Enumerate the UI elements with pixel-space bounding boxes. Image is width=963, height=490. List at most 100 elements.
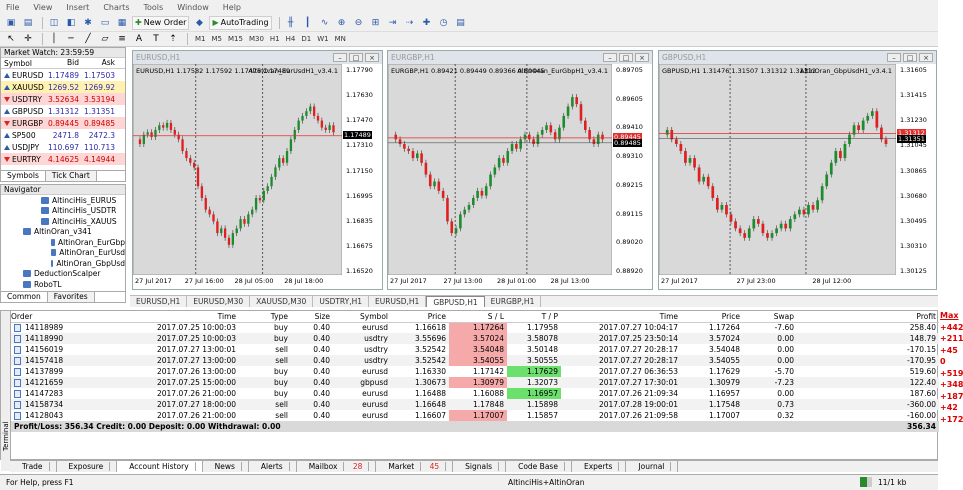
- close-icon[interactable]: ×: [919, 53, 933, 62]
- market-watch-row[interactable]: EURTRY 4.14625 4.14944: [1, 153, 125, 165]
- fibonacci-icon[interactable]: ≡: [115, 32, 129, 46]
- column-header[interactable]: T / P: [507, 311, 561, 323]
- table-row[interactable]: 14156019 2017.07.27 13:00:01 sell 0.40 usdtr…: [11, 344, 939, 355]
- menu-insert[interactable]: Insert: [66, 3, 89, 12]
- terminal-tab-alerts[interactable]: Alerts: [249, 461, 297, 472]
- menu-view[interactable]: View: [33, 3, 52, 12]
- chart-tab[interactable]: EURUSD,H1: [369, 296, 427, 307]
- column-header[interactable]: Price: [391, 311, 449, 323]
- chart-canvas[interactable]: [659, 64, 936, 289]
- market-watch-row[interactable]: SP500 2471.8 2472.3: [1, 129, 125, 141]
- channel-icon[interactable]: ▱: [98, 32, 112, 46]
- chart-shift-icon[interactable]: ⇥: [386, 16, 400, 30]
- table-row[interactable]: 14158734 2017.07.27 18:00:00 sell 0.40 eurus…: [11, 399, 939, 410]
- text-icon[interactable]: A: [132, 32, 146, 46]
- market-watch-row[interactable]: USDJPY 110.697 110.713: [1, 141, 125, 153]
- tester-icon[interactable]: ▦: [115, 16, 129, 30]
- market-watch-row[interactable]: GBPUSD 1.31312 1.31351: [1, 105, 125, 117]
- column-header[interactable]: Time: [561, 311, 681, 323]
- table-row[interactable]: 14121659 2017.07.25 15:00:00 buy 0.40 gbpusd…: [11, 377, 939, 388]
- periods-icon[interactable]: ◷: [437, 16, 451, 30]
- chart-tab[interactable]: USDTRY,H1: [313, 296, 370, 307]
- navigator-item[interactable]: AltinOran_v341: [1, 227, 125, 238]
- timeframe-m1[interactable]: M1: [195, 35, 206, 43]
- close-icon[interactable]: ×: [635, 53, 649, 62]
- terminal-tab-experts[interactable]: Experts: [572, 461, 627, 472]
- chart-tab[interactable]: EURUSD,H1: [130, 296, 188, 307]
- tab-common[interactable]: Common: [1, 292, 48, 302]
- vertical-line-icon[interactable]: │: [47, 32, 61, 46]
- navigator-item[interactable]: AltinOran_EurGbp: [1, 237, 125, 248]
- column-header[interactable]: Size: [291, 311, 333, 323]
- column-header[interactable]: Price: [681, 311, 743, 323]
- terminal-tab-market[interactable]: Market 45: [376, 461, 454, 472]
- column-header[interactable]: Symbol: [333, 311, 391, 323]
- autoscroll-icon[interactable]: ⇢: [403, 16, 417, 30]
- table-row[interactable]: 14118990 2017.07.25 10:00:03 buy 0.40 usdtry…: [11, 333, 939, 344]
- navigator-item[interactable]: AltinOran_EurUsd: [1, 248, 125, 259]
- profiles-icon[interactable]: ▤: [21, 16, 35, 30]
- market-watch-row[interactable]: EURGBP 0.89445 0.89485: [1, 117, 125, 129]
- new-chart-icon[interactable]: ▣: [4, 16, 18, 30]
- column-header[interactable]: Type: [239, 311, 291, 323]
- horizontal-line-icon[interactable]: ─: [64, 32, 78, 46]
- market-watch-row[interactable]: XAUUSD 1269.52 1269.92: [1, 81, 125, 93]
- trendline-icon[interactable]: ╱: [81, 32, 95, 46]
- timeframe-d1[interactable]: D1: [301, 35, 311, 43]
- indicators-icon[interactable]: ✚: [420, 16, 434, 30]
- menu-help[interactable]: Help: [223, 3, 241, 12]
- menu-window[interactable]: Window: [177, 3, 209, 12]
- terminal-tab-exposure[interactable]: Exposure: [57, 461, 118, 472]
- column-header[interactable]: Profit: [797, 311, 939, 323]
- candlestick-icon[interactable]: ┃: [301, 16, 315, 30]
- col-symbol[interactable]: Symbol: [1, 58, 45, 68]
- terminal-tab-signals[interactable]: Signals: [453, 461, 507, 472]
- navigator-item[interactable]: AltinciHis_USDTR: [1, 206, 125, 217]
- table-row[interactable]: 14157418 2017.07.27 13:00:00 sell 0.40 usdtr…: [11, 355, 939, 366]
- table-row[interactable]: 14128043 2017.07.26 21:00:00 sell 0.40 eurus…: [11, 410, 939, 421]
- navigator-item[interactable]: RoboTL: [1, 279, 125, 290]
- tile-windows-icon[interactable]: ⊞: [369, 16, 383, 30]
- timeframe-m30[interactable]: M30: [249, 35, 264, 43]
- terminal-tab-mailbox[interactable]: Mailbox 28: [297, 461, 377, 472]
- terminal-tab-account-history[interactable]: Account History: [117, 461, 203, 472]
- table-row[interactable]: 14137899 2017.07.26 13:00:00 buy 0.40 eurusd…: [11, 366, 939, 377]
- chart-tab[interactable]: EURUSD,M30: [187, 296, 251, 307]
- tab-symbols[interactable]: Symbols: [1, 171, 46, 181]
- chart-canvas[interactable]: [133, 64, 382, 289]
- market-watch-icon[interactable]: ◫: [47, 16, 61, 30]
- navigator-item[interactable]: AltinOran_GbpUsd: [1, 258, 125, 269]
- chart-canvas[interactable]: [388, 64, 652, 289]
- menu-file[interactable]: File: [6, 3, 19, 12]
- zoom-out-icon[interactable]: ⊖: [352, 16, 366, 30]
- tab-favorites[interactable]: Favorites: [47, 292, 95, 302]
- minimize-icon[interactable]: –: [887, 53, 901, 62]
- column-header[interactable]: Time: [121, 311, 239, 323]
- timeframe-h4[interactable]: H4: [286, 35, 296, 43]
- timeframe-w1[interactable]: W1: [317, 35, 328, 43]
- column-header[interactable]: Swap: [743, 311, 797, 323]
- maximize-icon[interactable]: □: [903, 53, 917, 62]
- bar-chart-icon[interactable]: ╫: [284, 16, 298, 30]
- terminal-icon[interactable]: ▭: [98, 16, 112, 30]
- navigator-icon[interactable]: ✱: [81, 16, 95, 30]
- line-chart-icon[interactable]: ∿: [318, 16, 332, 30]
- table-row[interactable]: 14118989 2017.07.25 10:00:03 buy 0.40 eurusd…: [11, 322, 939, 333]
- chart-window-0[interactable]: EURUSD,H1– □ × EURUSD,H1 1.17582 1.17592 1…: [132, 50, 383, 290]
- tab-tick-chart[interactable]: Tick Chart: [45, 171, 97, 181]
- metaeditor-icon[interactable]: ◆: [192, 16, 206, 30]
- crosshair-icon[interactable]: ✛: [21, 32, 35, 46]
- chart-window-1[interactable]: EURGBP,H1– □ × EURGBP,H1 0.89421 0.89449 0…: [387, 50, 653, 290]
- timeframe-m5[interactable]: M5: [212, 35, 223, 43]
- zoom-in-icon[interactable]: ⊕: [335, 16, 349, 30]
- timeframe-mn[interactable]: MN: [335, 35, 346, 43]
- close-icon[interactable]: ×: [365, 53, 379, 62]
- cursor-icon[interactable]: ↖: [4, 32, 18, 46]
- timeframe-h1[interactable]: H1: [270, 35, 280, 43]
- terminal-tab-journal[interactable]: Journal: [626, 461, 679, 472]
- terminal-tab-code-base[interactable]: Code Base: [506, 461, 572, 472]
- market-watch-row[interactable]: USDTRY 3.52634 3.53194: [1, 93, 125, 105]
- label-icon[interactable]: T: [149, 32, 163, 46]
- chart-tab[interactable]: XAUUSD,M30: [250, 296, 314, 307]
- autotrading-button[interactable]: ▶ AutoTrading: [209, 15, 272, 30]
